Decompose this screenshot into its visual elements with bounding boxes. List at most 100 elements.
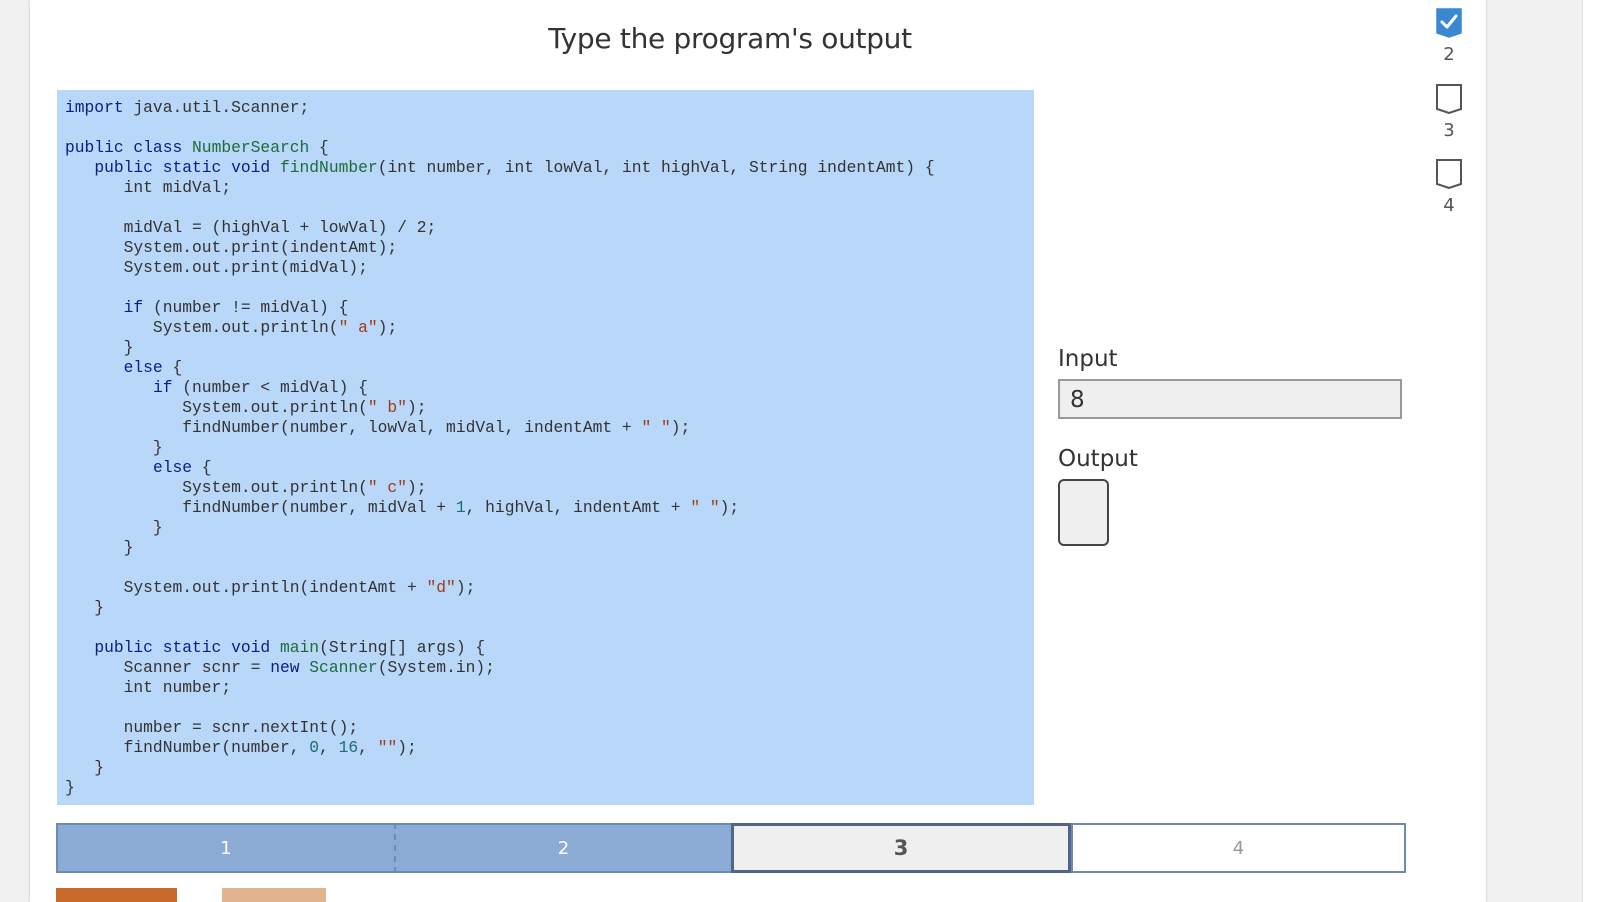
code-line: public static void findNumber(int number… xyxy=(65,158,935,177)
code-line: findNumber(number, lowVal, midVal, inden… xyxy=(65,418,690,437)
code-line: } xyxy=(65,518,163,537)
code-token: } xyxy=(65,538,134,557)
level-4-badge-icon xyxy=(1436,159,1462,190)
code-token: "d" xyxy=(426,578,456,597)
code-token: number = scnr.nextInt(); xyxy=(65,718,359,737)
code-token: ); xyxy=(455,578,476,597)
code-token: , highVal, indentAmt + xyxy=(465,498,691,517)
code-token: " " xyxy=(641,418,671,437)
level-label-3: 3 xyxy=(1443,120,1455,141)
code-token: "" xyxy=(377,738,398,757)
code-line: } xyxy=(65,338,134,357)
level-3-badge-icon xyxy=(1436,84,1462,115)
check-icon xyxy=(1436,8,1462,38)
code-token: System.out.println(indentAmt + xyxy=(65,578,427,597)
code-token: System.out.println( xyxy=(65,478,368,497)
input-label: Input xyxy=(1058,346,1118,372)
code-token: else xyxy=(152,458,193,477)
code-line: int midVal; xyxy=(65,178,232,197)
progress-segment-1: 1 xyxy=(56,823,394,873)
code-token: int number; xyxy=(65,678,232,697)
activity-title: Type the program's output xyxy=(548,22,912,55)
code-token: " a" xyxy=(338,318,378,337)
progress-bar: 1 2 3 4 xyxy=(56,823,1406,873)
code-token: System.out.print(midVal); xyxy=(65,258,368,277)
code-line: int number; xyxy=(65,678,232,697)
code-token: findNumber(number, xyxy=(65,738,310,757)
output-label: Output xyxy=(1058,446,1138,472)
code-token: System.out.println( xyxy=(65,318,339,337)
code-token: , xyxy=(358,738,378,757)
code-line: Scanner scnr = new Scanner(System.in); xyxy=(65,658,495,677)
code-token: findNumber xyxy=(279,158,378,177)
code-token: if xyxy=(152,378,173,397)
code-token: 16 xyxy=(338,738,359,757)
code-line: } xyxy=(65,538,134,557)
code-token: , xyxy=(319,738,339,757)
code-token: public class xyxy=(65,138,183,157)
check-button[interactable] xyxy=(56,888,177,902)
code-token: public static void xyxy=(94,158,271,177)
code-token: " c" xyxy=(367,478,407,497)
level-item-3[interactable]: 3 xyxy=(1434,84,1464,141)
level-label-4: 4 xyxy=(1443,195,1455,216)
code-line: } xyxy=(65,758,104,777)
code-token: findNumber(number, lowVal, midVal, inden… xyxy=(65,418,642,437)
level-item-2[interactable]: 2 xyxy=(1434,8,1464,65)
code-panel: import java.util.Scanner; public class N… xyxy=(57,90,1034,805)
code-token: NumberSearch xyxy=(192,138,310,157)
progress-segment-2: 2 xyxy=(394,823,731,873)
code-token: (number != midVal) { xyxy=(143,298,349,317)
code-token: (int number, int lowVal, int highVal, St… xyxy=(377,158,935,177)
code-line: findNumber(number, midVal + 1, highVal, … xyxy=(65,498,739,517)
code-token: " b" xyxy=(367,398,407,417)
code-token: } xyxy=(65,338,134,357)
code-line: } xyxy=(65,778,75,797)
code-line: public static void main(String[] args) { xyxy=(65,638,485,657)
code-token: ); xyxy=(397,738,417,757)
page-right-strip xyxy=(1582,0,1612,902)
code-token: " " xyxy=(690,498,720,517)
code-line: System.out.println(" b"); xyxy=(65,398,426,417)
code-token: { xyxy=(162,358,183,377)
code-line: else { xyxy=(65,358,183,377)
code-token: } xyxy=(65,438,163,457)
code-line: System.out.println(" c"); xyxy=(65,478,427,497)
code-line: System.out.println(indentAmt + "d"); xyxy=(65,578,476,597)
code-line: number = scnr.nextInt(); xyxy=(65,718,359,737)
code-token: } xyxy=(65,518,163,537)
code-line: if (number < midVal) { xyxy=(65,378,368,397)
code-block: import java.util.Scanner; public class N… xyxy=(65,98,935,798)
level-item-4[interactable]: 4 xyxy=(1434,159,1464,216)
output-textarea[interactable] xyxy=(1058,479,1109,546)
code-line: findNumber(number, 0, 16, ""); xyxy=(65,738,417,757)
code-token: import xyxy=(65,98,124,117)
level-label-2: 2 xyxy=(1443,44,1455,65)
code-line: public class NumberSearch { xyxy=(65,138,329,157)
code-line: System.out.print(indentAmt); xyxy=(65,238,398,257)
progress-segment-4: 4 xyxy=(1071,823,1406,873)
code-token: 0 xyxy=(309,738,320,757)
next-button[interactable] xyxy=(222,888,326,902)
code-token: ); xyxy=(670,418,691,437)
code-token: System.out.print(indentAmt); xyxy=(65,238,398,257)
code-token: midVal = (highVal + lowVal) / 2; xyxy=(65,218,437,237)
code-token: (number < midVal) { xyxy=(172,378,368,397)
input-field: 8 xyxy=(1058,379,1402,419)
code-token: } xyxy=(65,758,105,777)
code-line: } xyxy=(65,598,104,617)
code-token: ); xyxy=(719,498,740,517)
code-line: else { xyxy=(65,458,212,477)
code-token: (System.in); xyxy=(377,658,495,677)
code-token: 1 xyxy=(455,498,466,517)
code-token: public static void xyxy=(94,638,271,657)
code-token: ); xyxy=(406,478,427,497)
